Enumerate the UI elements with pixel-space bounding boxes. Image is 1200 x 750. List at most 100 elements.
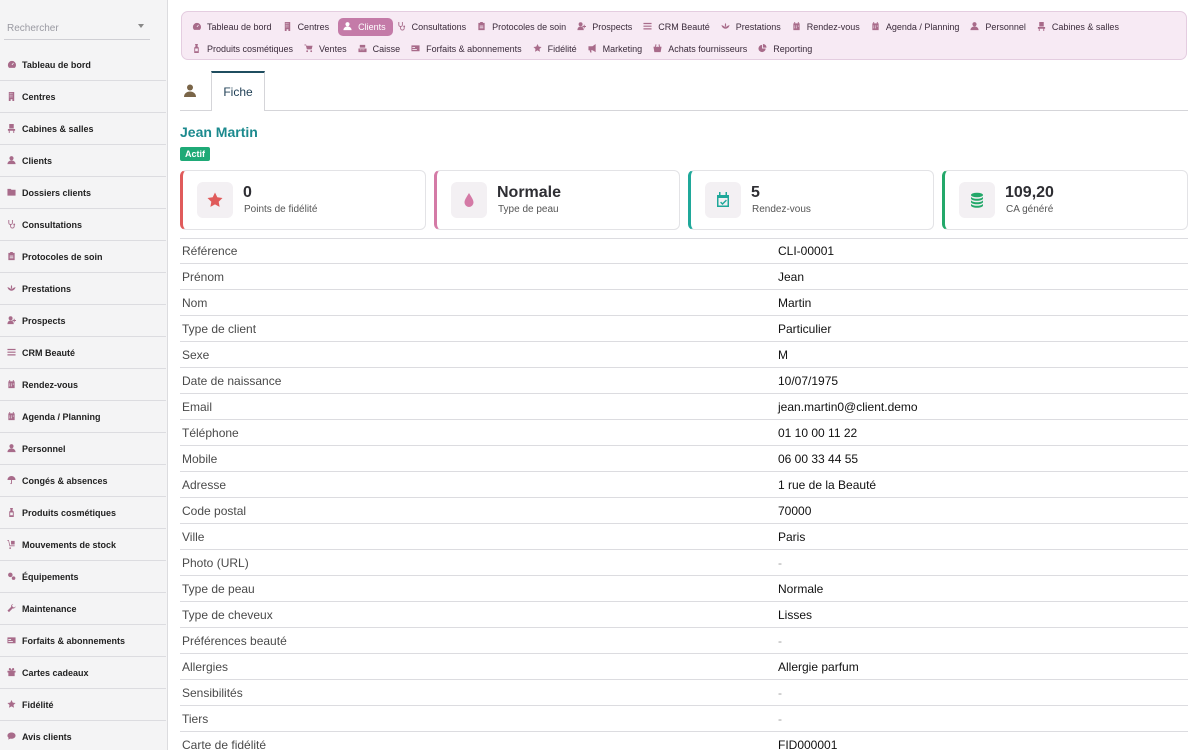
nav-link-prestations[interactable]: Prestations [719, 18, 788, 36]
detail-row: Téléphone 01 10 00 11 22 [180, 420, 1188, 446]
sidebar-item-protocoles-de-soin[interactable]: Protocoles de soin [0, 241, 166, 273]
sidebar-item-personnel[interactable]: Personnel [0, 433, 166, 465]
status-badge: Actif [180, 147, 210, 161]
sidebar-search-select[interactable]: Rechercher [4, 16, 150, 40]
nav-link-produits-cosmetiques[interactable]: Produits cosmétiques [190, 40, 300, 58]
nav-link-personnel[interactable]: Personnel [968, 18, 1033, 36]
sidebar-item-tableau-de-bord[interactable]: Tableau de bord [0, 49, 166, 81]
chevron-down-icon[interactable] [138, 24, 144, 28]
detail-row: Adresse 1 rue de la Beauté [180, 472, 1188, 498]
nav-link-caisse[interactable]: Caisse [356, 40, 408, 58]
stat-label: Points de fidélité [244, 204, 318, 215]
detail-value: FID000001 [778, 737, 838, 750]
tab-fiche[interactable]: Fiche [211, 71, 265, 111]
nav-link-rendez-vous[interactable]: Rendez-vous [790, 18, 867, 36]
detail-row: Code postal 70000 [180, 498, 1188, 524]
user-icon[interactable] [184, 84, 196, 98]
sidebar-item-avis-clients[interactable]: Avis clients [0, 721, 166, 750]
sidebar-item-label: Maintenance [22, 603, 77, 614]
user-icon [970, 22, 980, 32]
page-title: Jean Martin [180, 124, 258, 140]
sidebar-item-cartes-cadeaux[interactable]: Cartes cadeaux [0, 657, 166, 689]
sidebar-item-rendez-vous[interactable]: Rendez-vous [0, 369, 166, 401]
detail-row: Date de naissance 10/07/1975 [180, 368, 1188, 394]
card-icon [6, 636, 16, 646]
sidebar-item-crm-beaute[interactable]: CRM Beauté [0, 337, 166, 369]
nav-link-fidelite[interactable]: Fidélité [531, 40, 584, 58]
detail-key: Allergies [182, 659, 229, 674]
nav-link-label: Rendez-vous [806, 22, 860, 32]
user-icon [6, 444, 16, 454]
nav-link-reporting[interactable]: Reporting [756, 40, 819, 58]
nav-link-protocoles-de-soin[interactable]: Protocoles de soin [475, 18, 573, 36]
sidebar-item-label: Produits cosmétiques [22, 507, 117, 518]
nav-link-cabines-salles[interactable]: Cabines & salles [1035, 18, 1126, 36]
bottle-icon [6, 508, 16, 518]
sidebar-item-label: Équipements [22, 571, 79, 582]
cash-register-icon [358, 44, 368, 54]
detail-value: - [778, 633, 782, 648]
sidebar-item-mouvements-de-stock[interactable]: Mouvements de stock [0, 529, 166, 561]
user-icon [343, 22, 353, 32]
sidebar-item-prestations[interactable]: Prestations [0, 273, 166, 305]
cart-icon [304, 44, 314, 54]
detail-key: Code postal [182, 503, 247, 518]
nav-link-crm-beaute[interactable]: CRM Beauté [641, 18, 717, 36]
detail-value: Martin [778, 295, 812, 310]
nav-link-label: Tableau de bord [207, 22, 272, 32]
sidebar-item-label: Clients [22, 155, 53, 166]
module-nav-row: Produits cosmétiques Ventes Caisse Forfaits… [190, 39, 1182, 59]
detail-key: Email [182, 399, 213, 414]
sidebar-item-label: Agenda / Planning [22, 411, 101, 422]
nav-link-agenda-planning[interactable]: Agenda / Planning [869, 18, 967, 36]
sidebar-item-equipements[interactable]: Équipements [0, 561, 166, 593]
nav-link-forfaits-abonnements[interactable]: Forfaits & abonnements [409, 40, 529, 58]
sidebar-item-fidelite[interactable]: Fidélité [0, 689, 166, 721]
nav-link-clients[interactable]: Clients [338, 18, 393, 36]
detail-key: Mobile [182, 451, 218, 466]
nav-link-prospects[interactable]: Prospects [575, 18, 639, 36]
sidebar-item-produits-cosmetiques[interactable]: Produits cosmétiques [0, 497, 166, 529]
detail-value: jean.martin0@client.demo [778, 399, 918, 414]
detail-key: Type de client [182, 321, 257, 336]
nav-link-consultations[interactable]: Consultations [395, 18, 474, 36]
detail-key: Type de peau [182, 581, 255, 596]
sidebar-item-cabines-salles[interactable]: Cabines & salles [0, 113, 166, 145]
sidebar-item-agenda-planning[interactable]: Agenda / Planning [0, 401, 166, 433]
detail-key: Photo (URL) [182, 555, 249, 570]
detail-key: Date de naissance [182, 373, 282, 388]
detail-row: Référence CLI-00001 [180, 238, 1188, 264]
sidebar-item-conges-absences[interactable]: Congés & absences [0, 465, 166, 497]
pie-chart-icon [758, 44, 768, 54]
nav-link-label: Caisse [372, 44, 401, 54]
basket-icon [653, 44, 663, 54]
sidebar-item-forfaits-abonnements[interactable]: Forfaits & abonnements [0, 625, 166, 657]
calendar-check-icon [705, 182, 741, 218]
nav-link-tableau-de-bord[interactable]: Tableau de bord [190, 18, 279, 36]
nav-link-label: Personnel [985, 22, 1026, 32]
nav-link-ventes[interactable]: Ventes [302, 40, 354, 58]
sidebar-item-consultations[interactable]: Consultations [0, 209, 166, 241]
nav-link-centres[interactable]: Centres [281, 18, 337, 36]
detail-value: Jean [778, 269, 805, 284]
detail-row: Allergies Allergie parfum [180, 654, 1188, 680]
nav-link-marketing[interactable]: Marketing [586, 40, 650, 58]
chair-icon [1037, 22, 1047, 32]
gift-icon [6, 668, 16, 678]
sidebar-item-maintenance[interactable]: Maintenance [0, 593, 166, 625]
sidebar-item-clients[interactable]: Clients [0, 145, 166, 177]
list-icon [6, 348, 16, 358]
sidebar-item-dossiers-clients[interactable]: Dossiers clients [0, 177, 166, 209]
detail-row: Type de client Particulier [180, 316, 1188, 342]
nav-link-label: Prospects [592, 22, 633, 32]
detail-row: Prénom Jean [180, 264, 1188, 290]
nav-link-achats-fournisseurs[interactable]: Achats fournisseurs [651, 40, 754, 58]
sidebar: Rechercher Tableau de bord Centres Cabines… [0, 0, 168, 750]
sidebar-item-prospects[interactable]: Prospects [0, 305, 166, 337]
detail-value: M [778, 347, 788, 362]
record-tabs: Fiche [180, 71, 1188, 111]
detail-row: Email jean.martin0@client.demo [180, 394, 1188, 420]
calendar-icon [6, 380, 16, 390]
sidebar-item-centres[interactable]: Centres [0, 81, 166, 113]
sidebar-item-label: CRM Beauté [22, 347, 76, 358]
